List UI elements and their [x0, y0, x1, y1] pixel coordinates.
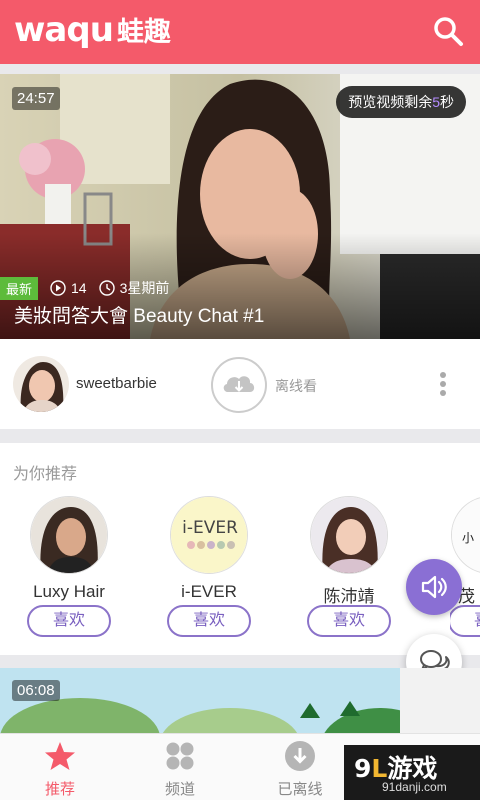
nav-channels-label: 频道: [164, 781, 195, 798]
recommend-avatar[interactable]: i-EVER: [170, 496, 248, 574]
uploader-name[interactable]: sweetbarbie: [76, 375, 157, 392]
recommend-title: 为你推荐: [13, 466, 78, 483]
preview-countdown: 预览视频剩余5秒: [336, 86, 466, 118]
watermark-url: 91danji.com: [382, 780, 447, 794]
nav-recommend-label: 推荐: [44, 781, 75, 798]
watermark-text: 游戏: [387, 754, 438, 783]
app-logo: waqu 蛙趣: [14, 10, 171, 50]
app-header: waqu 蛙趣: [0, 0, 480, 64]
play-count-value: 14: [71, 280, 87, 296]
upload-time-value: 3星期前: [119, 280, 170, 296]
new-badge: 最新: [0, 276, 39, 300]
recommend-section: 为你推荐 Luxy Hair 喜欢 i-EVER i-EVER 喜欢 陈沛靖 喜…: [0, 443, 480, 655]
video-duration: 24:57: [12, 87, 60, 110]
svg-text:i-EVER: i-EVER: [182, 518, 238, 538]
like-button[interactable]: 喜欢: [167, 605, 251, 637]
upload-time: 3星期前: [98, 278, 170, 298]
svg-text:小: 小: [462, 531, 474, 545]
preview-seconds: 5: [432, 94, 440, 110]
star-icon: [45, 742, 75, 770]
like-button[interactable]: 喜欢: [307, 605, 391, 637]
video-meta: 最新 14 3星期前: [0, 276, 170, 300]
nav-recommend[interactable]: 推荐: [0, 734, 120, 800]
offline-download-button[interactable]: [211, 357, 267, 413]
nav-offline[interactable]: 已离线: [240, 734, 360, 800]
uploader-avatar[interactable]: [13, 356, 69, 412]
clock-icon: [98, 280, 115, 296]
video-thumbnail[interactable]: 24:57 预览视频剩余5秒 最新 14 3星期前 美妝問答大會 Beauty …: [0, 74, 480, 339]
watermark-9: 9: [354, 754, 372, 783]
recommend-name: 陈沛靖: [323, 587, 375, 606]
more-vertical-icon[interactable]: [436, 369, 450, 401]
sound-toggle-button[interactable]: [406, 559, 462, 615]
download-icon: [285, 741, 315, 771]
logo-text-en: waqu: [14, 10, 114, 50]
recommend-avatar[interactable]: [310, 496, 388, 574]
video-thumbnail-2[interactable]: 06:08: [0, 668, 480, 733]
play-count: 14: [50, 280, 87, 296]
preview-prefix: 预览视频剩余: [348, 94, 433, 110]
recommend-avatar[interactable]: [30, 496, 108, 574]
cloud-download-icon: [223, 376, 255, 392]
video-title[interactable]: 美妝問答大會 Beauty Chat #1: [14, 301, 264, 328]
video-thumbnail-image-2: [0, 668, 480, 733]
recommend-item[interactable]: i-EVER i-EVER 喜欢: [167, 496, 289, 646]
offline-label[interactable]: 离线看: [275, 376, 317, 396]
watermark: 9L游戏 91danji.com: [344, 745, 480, 800]
uploader-row: sweetbarbie 离线看: [0, 339, 480, 429]
logo-text-cn: 蛙趣: [116, 17, 171, 48]
speaker-icon: [421, 575, 447, 599]
recommend-item[interactable]: Luxy Hair 喜欢: [27, 496, 149, 646]
recommend-name: Luxy Hair: [33, 582, 105, 601]
preview-suffix: 秒: [440, 94, 454, 110]
video-duration-2: 06:08: [12, 680, 60, 701]
grid-icon: [166, 742, 194, 770]
nav-offline-label: 已离线: [277, 781, 323, 798]
watermark-l: L: [371, 754, 388, 783]
nav-channels[interactable]: 频道: [120, 734, 240, 800]
like-button[interactable]: 喜欢: [27, 605, 111, 637]
recommend-name: i-EVER: [181, 582, 237, 601]
search-icon[interactable]: [432, 15, 464, 47]
play-count-icon: [50, 280, 66, 296]
